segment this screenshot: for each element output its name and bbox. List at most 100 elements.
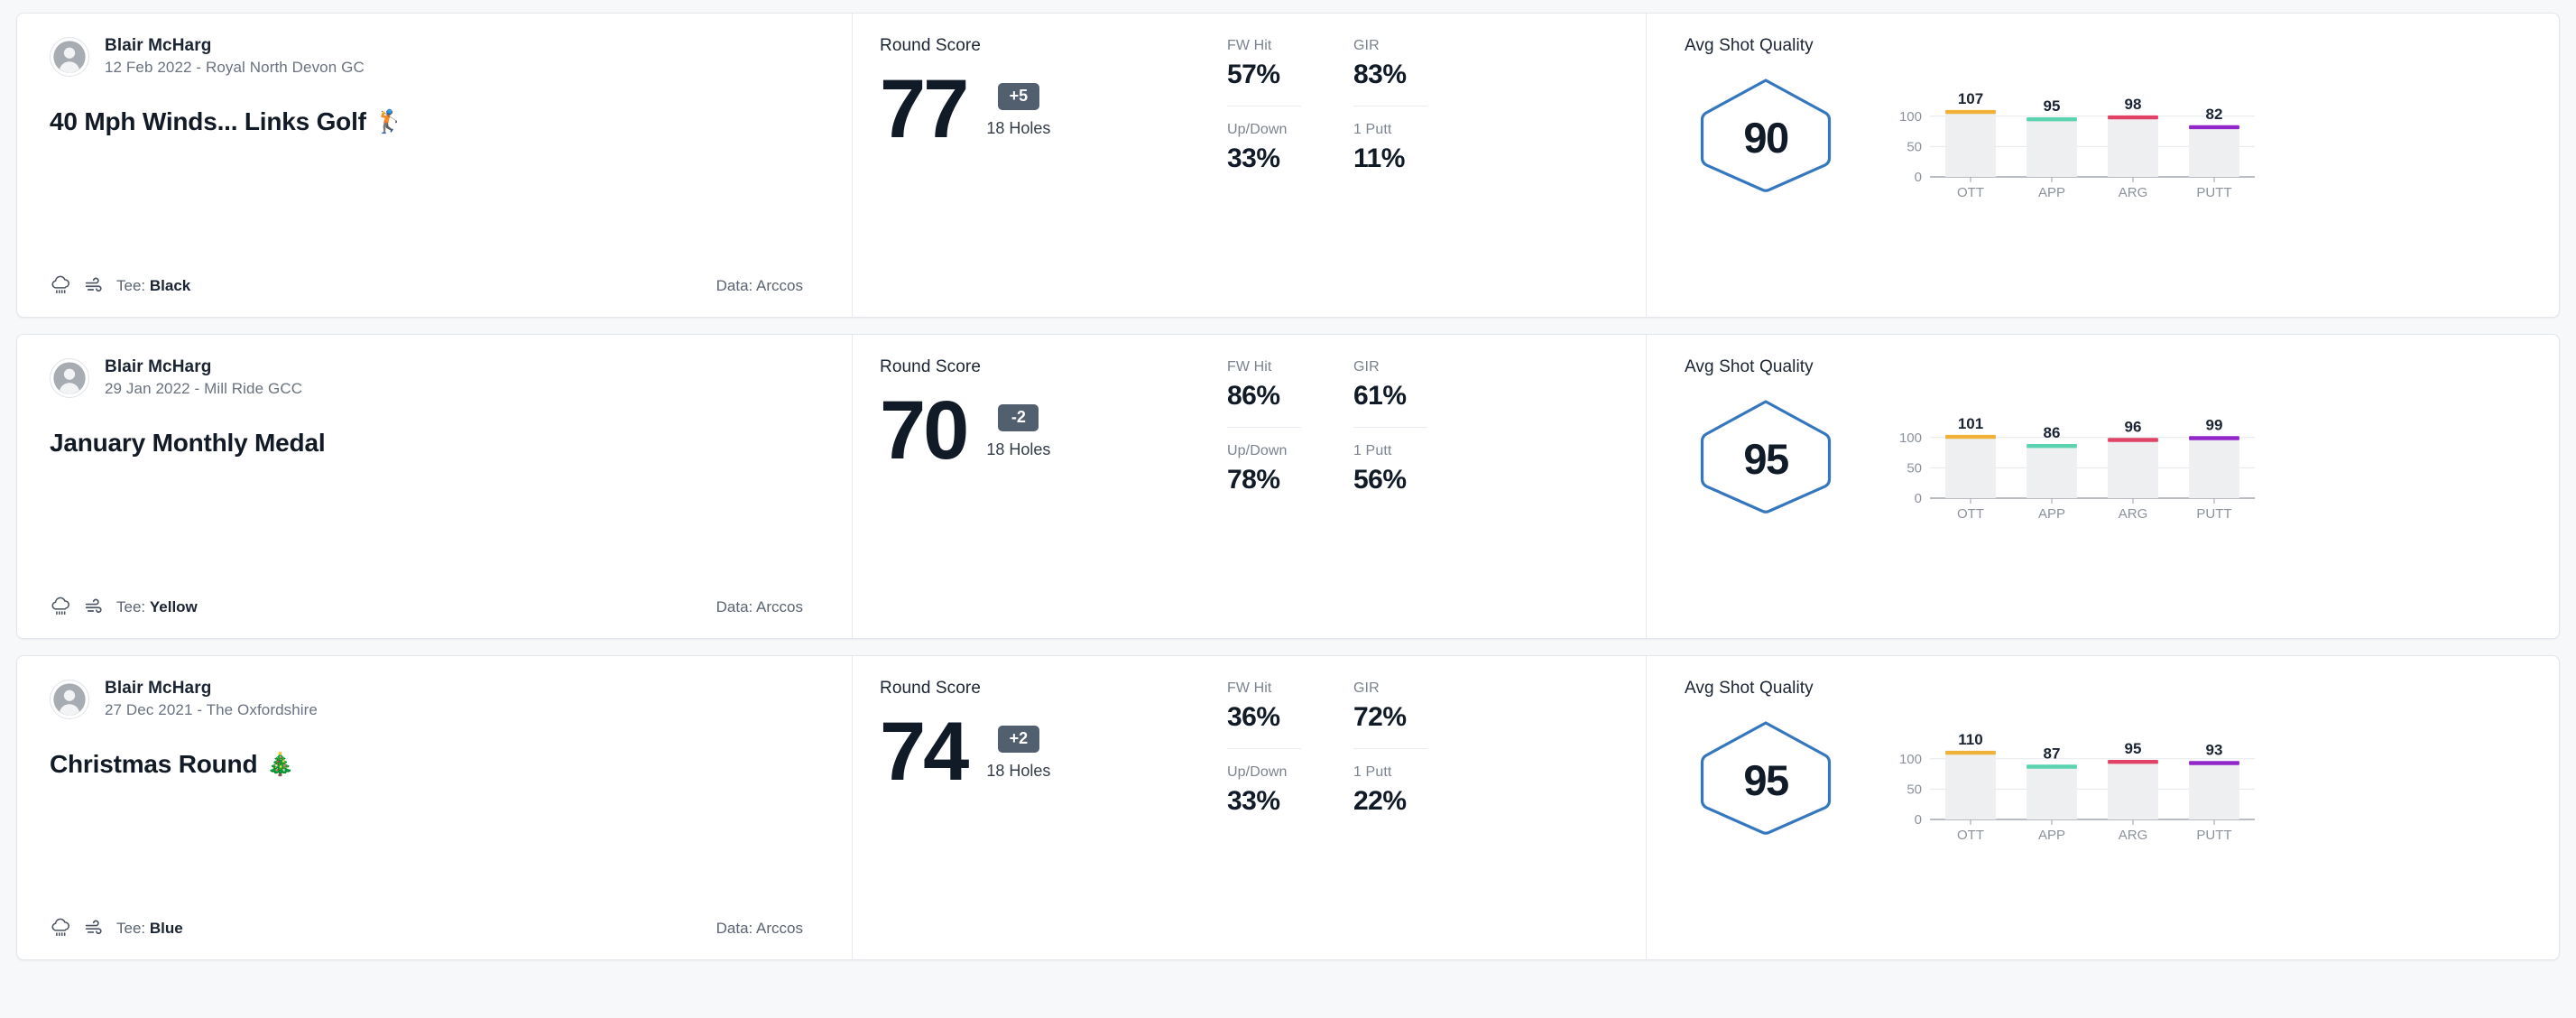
quality-body: 95 0 50 100 110 OTT 87 APP 95 ARG 93 PUTT	[1685, 708, 2532, 847]
stat-value: 72%	[1353, 702, 1407, 732]
stat-label: FW Hit	[1227, 359, 1272, 375]
svg-text:50: 50	[1907, 139, 1922, 154]
stat-fw-hit: FW Hit 57%	[1227, 38, 1301, 106]
stat-label: 1 Putt	[1353, 122, 1392, 137]
player-text: Blair McHarg 27 Dec 2021 - The Oxfordshi…	[105, 679, 318, 719]
svg-text:0: 0	[1915, 491, 1922, 506]
tee-color: Yellow	[149, 597, 198, 615]
conditions: Tee: Black	[50, 274, 190, 297]
holes-played: 18 Holes	[986, 761, 1051, 780]
round-date-course: 29 Jan 2022 - Mill Ride GCC	[105, 380, 303, 397]
player-text: Blair McHarg 12 Feb 2022 - Royal North D…	[105, 36, 365, 77]
stat-value: 57%	[1227, 60, 1280, 89]
svg-text:PUTT: PUTT	[2196, 828, 2231, 843]
stat-up-down: Up/Down 78%	[1227, 443, 1301, 501]
round-score-label: Round Score	[880, 679, 982, 698]
tee-info: Tee: Blue	[116, 920, 183, 938]
stat-value: 83%	[1353, 60, 1407, 89]
svg-text:95: 95	[2044, 97, 2061, 115]
stat-gir: GIR 72%	[1353, 680, 1427, 749]
round-card[interactable]: Blair McHarg 27 Dec 2021 - The Oxfordshi…	[16, 655, 2560, 960]
quality-score-value: 95	[1743, 434, 1789, 483]
round-info: Blair McHarg 29 Jan 2022 - Mill Ride GCC…	[17, 335, 852, 638]
svg-text:100: 100	[1899, 430, 1922, 446]
wind-icon	[83, 274, 106, 297]
stat-gir: GIR 83%	[1353, 38, 1427, 106]
round-card[interactable]: Blair McHarg 29 Jan 2022 - Mill Ride GCC…	[16, 334, 2560, 639]
round-score-label: Round Score	[880, 36, 982, 55]
svg-text:OTT: OTT	[1957, 185, 1984, 200]
stat-label: 1 Putt	[1353, 764, 1392, 780]
round-info: Blair McHarg 12 Feb 2022 - Royal North D…	[17, 14, 852, 317]
to-par-badge: +5	[997, 83, 1040, 110]
score-row: 70 -2 18 Holes	[880, 384, 1227, 477]
stat-1-putt: 1 Putt 56%	[1353, 443, 1427, 501]
stat-value: 33%	[1227, 786, 1280, 816]
round-title[interactable]: 40 Mph Winds... Links Golf 🏌️	[50, 107, 819, 136]
svg-text:PUTT: PUTT	[2196, 506, 2231, 522]
svg-text:APP: APP	[2038, 506, 2065, 522]
avg-shot-quality-label: Avg Shot Quality	[1685, 357, 1814, 376]
svg-text:82: 82	[2206, 106, 2223, 123]
svg-text:99: 99	[2206, 417, 2223, 434]
conditions: Tee: Yellow	[50, 596, 198, 618]
data-source: Data: Arccos	[716, 276, 803, 294]
player-name: Blair McHarg	[105, 679, 212, 698]
round-info: Blair McHarg 27 Dec 2021 - The Oxfordshi…	[17, 656, 852, 959]
round-title[interactable]: Christmas Round 🎄	[50, 750, 819, 779]
svg-text:100: 100	[1899, 752, 1922, 767]
stat-1-putt: 1 Putt 11%	[1353, 122, 1427, 180]
svg-text:100: 100	[1899, 109, 1922, 125]
round-title-text: Christmas Round	[50, 750, 258, 778]
player-header: Blair McHarg 27 Dec 2021 - The Oxfordshi…	[50, 679, 819, 719]
stat-label: FW Hit	[1227, 680, 1272, 696]
score-side: +5 18 Holes	[986, 71, 1050, 138]
stat-label: GIR	[1353, 359, 1380, 375]
stat-label: FW Hit	[1227, 38, 1272, 53]
score-section: Round Score 70 -2 18 Holes FW Hit 86% GI…	[852, 335, 1646, 638]
svg-text:96: 96	[2125, 419, 2142, 436]
rain-cloud-icon	[50, 596, 72, 618]
score-block: Round Score 70 -2 18 Holes	[880, 357, 1227, 618]
svg-text:ARG: ARG	[2119, 506, 2148, 522]
svg-text:0: 0	[1915, 812, 1922, 828]
holes-played: 18 Holes	[986, 440, 1051, 458]
round-footer: Tee: Black Data: Arccos	[50, 274, 819, 297]
score-section: Round Score 74 +2 18 Holes FW Hit 36% GI…	[852, 656, 1646, 959]
stat-1-putt: 1 Putt 22%	[1353, 764, 1427, 822]
round-title-emoji: 🏌️	[374, 108, 403, 134]
quality-hexagon-badge: 90	[1685, 72, 1847, 199]
shot-quality-section: Avg Shot Quality 95 0 50 100 101 OTT 86 APP 96 A…	[1646, 335, 2559, 638]
wind-icon	[83, 917, 106, 939]
stat-up-down: Up/Down 33%	[1227, 764, 1301, 822]
shot-quality-chart: 0 50 100 110 OTT 87 APP 95 ARG 93 PUTT	[1890, 720, 2260, 847]
tee-info: Tee: Black	[116, 277, 190, 295]
score-section: Round Score 77 +5 18 Holes FW Hit 57% GI…	[852, 14, 1646, 317]
stat-up-down: Up/Down 33%	[1227, 122, 1301, 180]
round-score-value: 70	[880, 384, 969, 477]
svg-text:101: 101	[1958, 415, 1983, 432]
stat-value: 36%	[1227, 702, 1280, 732]
svg-text:86: 86	[2044, 424, 2061, 441]
score-row: 77 +5 18 Holes	[880, 68, 1227, 151]
score-row: 74 +2 18 Holes	[880, 706, 1227, 798]
stat-value: 86%	[1227, 381, 1280, 411]
quality-body: 95 0 50 100 101 OTT 86 APP 96 ARG 99 PUTT	[1685, 386, 2532, 525]
quality-score-value: 90	[1743, 113, 1789, 162]
rain-cloud-icon	[50, 274, 72, 297]
quality-body: 90 0 50 100 107 OTT 95 APP 98 ARG 82 PUTT	[1685, 65, 2532, 204]
stat-label: 1 Putt	[1353, 443, 1392, 458]
avg-shot-quality-label: Avg Shot Quality	[1685, 679, 1814, 698]
svg-text:PUTT: PUTT	[2196, 185, 2231, 200]
stats-grid: FW Hit 36% GIR 72% Up/Down 33% 1 Putt 22…	[1227, 679, 1427, 939]
svg-text:0: 0	[1915, 170, 1922, 185]
tee-prefix: Tee:	[116, 597, 150, 615]
round-card[interactable]: Blair McHarg 12 Feb 2022 - Royal North D…	[16, 13, 2560, 318]
round-score-value: 74	[880, 706, 969, 798]
svg-text:50: 50	[1907, 460, 1922, 476]
stat-label: GIR	[1353, 38, 1380, 53]
svg-text:107: 107	[1958, 90, 1983, 107]
rain-cloud-icon	[50, 917, 72, 939]
quality-hexagon-badge: 95	[1685, 715, 1847, 841]
round-title[interactable]: January Monthly Medal	[50, 429, 819, 458]
